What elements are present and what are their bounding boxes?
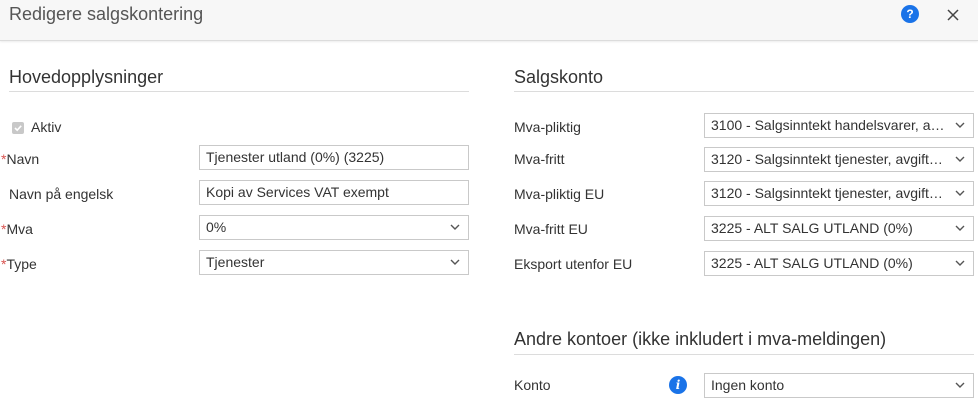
vat-free-eu-select[interactable]: 3225 - ALT SALG UTLAND (0%) [704,216,974,241]
account-select[interactable]: Ingen konto [704,373,974,398]
export-outside-eu-select-value: 3225 - ALT SALG UTLAND (0%) [711,255,913,271]
active-label: Aktiv [31,119,62,135]
vat-liable-eu-select[interactable]: 3120 - Salgsinntekt tjenester, avgiftsfr… [704,181,974,206]
chevron-down-icon [450,224,460,230]
vat-label-text: Mva [6,221,33,237]
vat-select[interactable]: 0% [199,215,469,240]
name-en-input[interactable]: Kopi av Services VAT exempt [199,180,469,205]
chevron-down-icon [955,190,965,196]
name-label-text: Navn [6,151,40,167]
vat-free-eu-select-value: 3225 - ALT SALG UTLAND (0%) [711,220,913,236]
section-divider [514,91,974,92]
vat-free-select-value: 3120 - Salgsinntekt tjenester, avgiftsfr… [711,151,948,167]
chevron-down-icon [450,259,460,265]
vat-liable-eu-label: Mva-pliktig EU [514,186,605,202]
chevron-down-icon [955,260,965,266]
dialog-header: Redigere salgskontering ? [0,0,978,41]
section-title-sales-account: Salgskonto [514,67,604,87]
dialog-title: Redigere salgskontering [9,4,204,24]
chevron-down-icon [955,382,965,388]
vat-liable-select-value: 3100 - Salgsinntekt handelsvarer, avgift… [711,117,974,133]
section-title-other-accounts: Andre kontoer (ikke inkludert i mva-meld… [514,329,887,349]
export-outside-eu-select[interactable]: 3225 - ALT SALG UTLAND (0%) [704,251,974,276]
vat-free-label: Mva-fritt [514,151,565,167]
export-outside-eu-label: Eksport utenfor EU [514,256,633,272]
close-icon[interactable] [942,2,964,26]
type-select[interactable]: Tjenester [199,250,469,275]
chevron-down-icon [955,156,965,162]
vat-label: *Mva [1,221,33,237]
active-checkbox[interactable] [12,122,24,134]
account-label: Konto [514,377,551,393]
section-divider [9,91,469,92]
type-select-value: Tjenester [206,254,265,270]
section-title-main-info: Hovedopplysninger [9,67,164,87]
chevron-down-icon [955,122,965,128]
info-icon[interactable]: i [669,376,687,394]
vat-liable-eu-select-value: 3120 - Salgsinntekt tjenester, avgiftsfr… [711,185,948,201]
vat-liable-label: Mva-pliktig [514,119,581,135]
chevron-down-icon [955,225,965,231]
type-label-text: Type [6,256,37,272]
name-input[interactable]: Tjenester utland (0%) (3225) [199,145,469,170]
help-icon[interactable]: ? [901,5,919,23]
vat-free-select[interactable]: 3120 - Salgsinntekt tjenester, avgiftsfr… [704,147,974,172]
vat-free-eu-label: Mva-fritt EU [514,221,588,237]
account-select-value: Ingen konto [711,377,785,393]
section-divider [514,354,974,355]
name-label: *Navn [1,151,39,167]
type-label: *Type [1,256,37,272]
name-en-label: Navn på engelsk [9,186,114,202]
vat-liable-select[interactable]: 3100 - Salgsinntekt handelsvarer, avgift… [704,113,974,138]
vat-select-value: 0% [206,219,227,235]
